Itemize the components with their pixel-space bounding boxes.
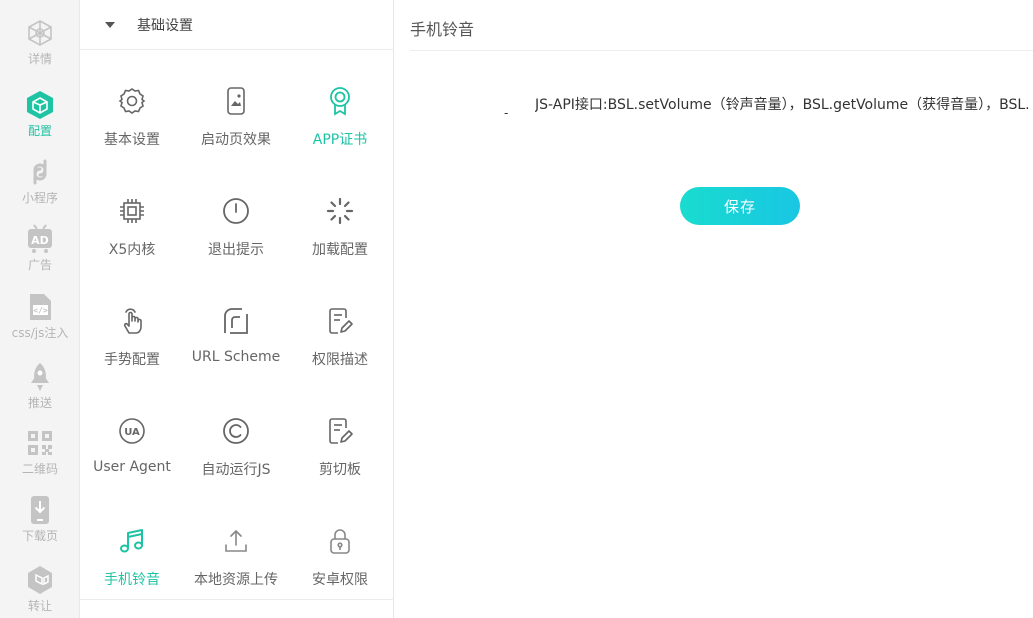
rail-item-label: 小程序 xyxy=(21,191,58,205)
ua-icon: UA xyxy=(116,415,148,447)
settings-panel: 基础设置 基本设置 启动页效果 APP证书 X5内核 退出提示 加载配置 手势配… xyxy=(80,0,394,618)
rail-item-config[interactable]: 配置 xyxy=(0,90,80,152)
certificate-icon xyxy=(324,85,356,117)
chip-icon xyxy=(116,195,148,227)
tile-permission-description[interactable]: 权限描述 xyxy=(288,285,392,395)
tile-label: 权限描述 xyxy=(312,352,368,368)
qr-code-icon xyxy=(25,428,55,458)
tile-label: 基本设置 xyxy=(104,132,160,148)
download-page-icon xyxy=(25,495,55,525)
rail-item-label: 推送 xyxy=(27,396,52,410)
tile-user-agent[interactable]: UA User Agent xyxy=(80,395,184,505)
rail-item-label: 二维码 xyxy=(21,462,58,476)
rail-item-label: 详情 xyxy=(27,52,52,66)
edit-document-icon xyxy=(324,305,356,337)
tile-label: 退出提示 xyxy=(208,242,264,258)
tile-label: 加载配置 xyxy=(312,242,368,258)
lock-icon xyxy=(324,525,356,557)
tile-label: 手机铃音 xyxy=(104,572,160,588)
loading-spinner-icon xyxy=(324,195,356,227)
tile-splash-effect[interactable]: 启动页效果 xyxy=(184,65,288,175)
tile-label: 安卓权限 xyxy=(312,572,368,588)
gear-icon xyxy=(116,85,148,117)
rail-item-label: 转让 xyxy=(27,599,52,613)
tile-app-certificate[interactable]: APP证书 xyxy=(288,65,392,175)
url-scheme-icon xyxy=(220,305,252,337)
tile-url-scheme[interactable]: URL Scheme xyxy=(184,285,288,395)
transfer-icon xyxy=(25,565,55,595)
splash-image-icon xyxy=(220,85,252,117)
rail-item-mini-program[interactable]: 小程序 xyxy=(0,157,80,219)
section-title: 基础设置 xyxy=(137,17,193,34)
tile-label: User Agent xyxy=(93,459,171,475)
rail-item-label: 配置 xyxy=(27,124,52,138)
power-icon xyxy=(220,195,252,227)
rail-item-label: css/js注入 xyxy=(11,326,69,340)
mini-program-icon xyxy=(25,157,55,187)
rocket-icon xyxy=(25,362,55,392)
upload-icon xyxy=(220,525,252,557)
panel-divider xyxy=(80,599,394,600)
title-divider xyxy=(410,50,1033,51)
rail-item-push[interactable]: 推送 xyxy=(0,362,80,424)
section-header-basic-settings[interactable]: 基础设置 xyxy=(80,0,394,50)
left-nav-rail: 详情 配置 小程序 AD 广告 </> css/js注入 推送 二维码 下载页 … xyxy=(0,0,80,618)
copyright-icon xyxy=(220,415,252,447)
cube-icon xyxy=(25,90,55,120)
svg-text:UA: UA xyxy=(124,427,140,438)
tile-x5-kernel[interactable]: X5内核 xyxy=(80,175,184,285)
tile-label: 启动页效果 xyxy=(201,132,271,148)
tile-auto-run-js[interactable]: 自动运行JS xyxy=(184,395,288,505)
tile-label: APP证书 xyxy=(312,132,368,148)
rail-item-label: 广告 xyxy=(27,258,52,272)
caret-down-icon xyxy=(105,21,115,28)
ad-icon: AD xyxy=(25,224,55,254)
music-note-icon xyxy=(116,525,148,557)
network-icon xyxy=(25,18,55,48)
tile-gesture-config[interactable]: 手势配置 xyxy=(80,285,184,395)
rail-item-label: 下载页 xyxy=(21,529,58,543)
clipboard-edit-icon xyxy=(324,415,356,447)
svg-text:</>: </> xyxy=(33,306,48,315)
tile-label: 自动运行JS xyxy=(201,462,271,478)
field-marker: - xyxy=(504,106,509,120)
save-button[interactable]: 保存 xyxy=(680,187,800,225)
rail-item-details[interactable]: 详情 xyxy=(0,18,80,80)
tile-label: 手势配置 xyxy=(104,352,160,368)
api-description: JS-API接口:BSL.setVolume（铃声音量），BSL.getVolu… xyxy=(535,97,1030,113)
rail-item-css-js-inject[interactable]: </> css/js注入 xyxy=(0,292,80,354)
svg-text:AD: AD xyxy=(31,234,49,247)
code-file-icon: </> xyxy=(25,292,55,322)
page-title: 手机铃音 xyxy=(410,20,475,39)
tile-clipboard[interactable]: 剪切板 xyxy=(288,395,392,505)
tile-label: URL Scheme xyxy=(191,349,281,365)
rail-item-qr-code[interactable]: 二维码 xyxy=(0,428,80,490)
rail-item-ads[interactable]: AD 广告 xyxy=(0,224,80,286)
tile-exit-prompt[interactable]: 退出提示 xyxy=(184,175,288,285)
tile-basic-settings[interactable]: 基本设置 xyxy=(80,65,184,175)
tile-label: 剪切板 xyxy=(319,462,361,478)
tile-loading-config[interactable]: 加载配置 xyxy=(288,175,392,285)
tile-label: 本地资源上传 xyxy=(194,572,278,588)
rail-item-download-page[interactable]: 下载页 xyxy=(0,495,80,557)
content-area: 手机铃音 - JS-API接口:BSL.setVolume（铃声音量），BSL.… xyxy=(394,0,1033,618)
tile-label: X5内核 xyxy=(108,242,156,258)
hand-pointer-icon xyxy=(116,305,148,337)
rail-item-transfer[interactable]: 转让 xyxy=(0,565,80,618)
